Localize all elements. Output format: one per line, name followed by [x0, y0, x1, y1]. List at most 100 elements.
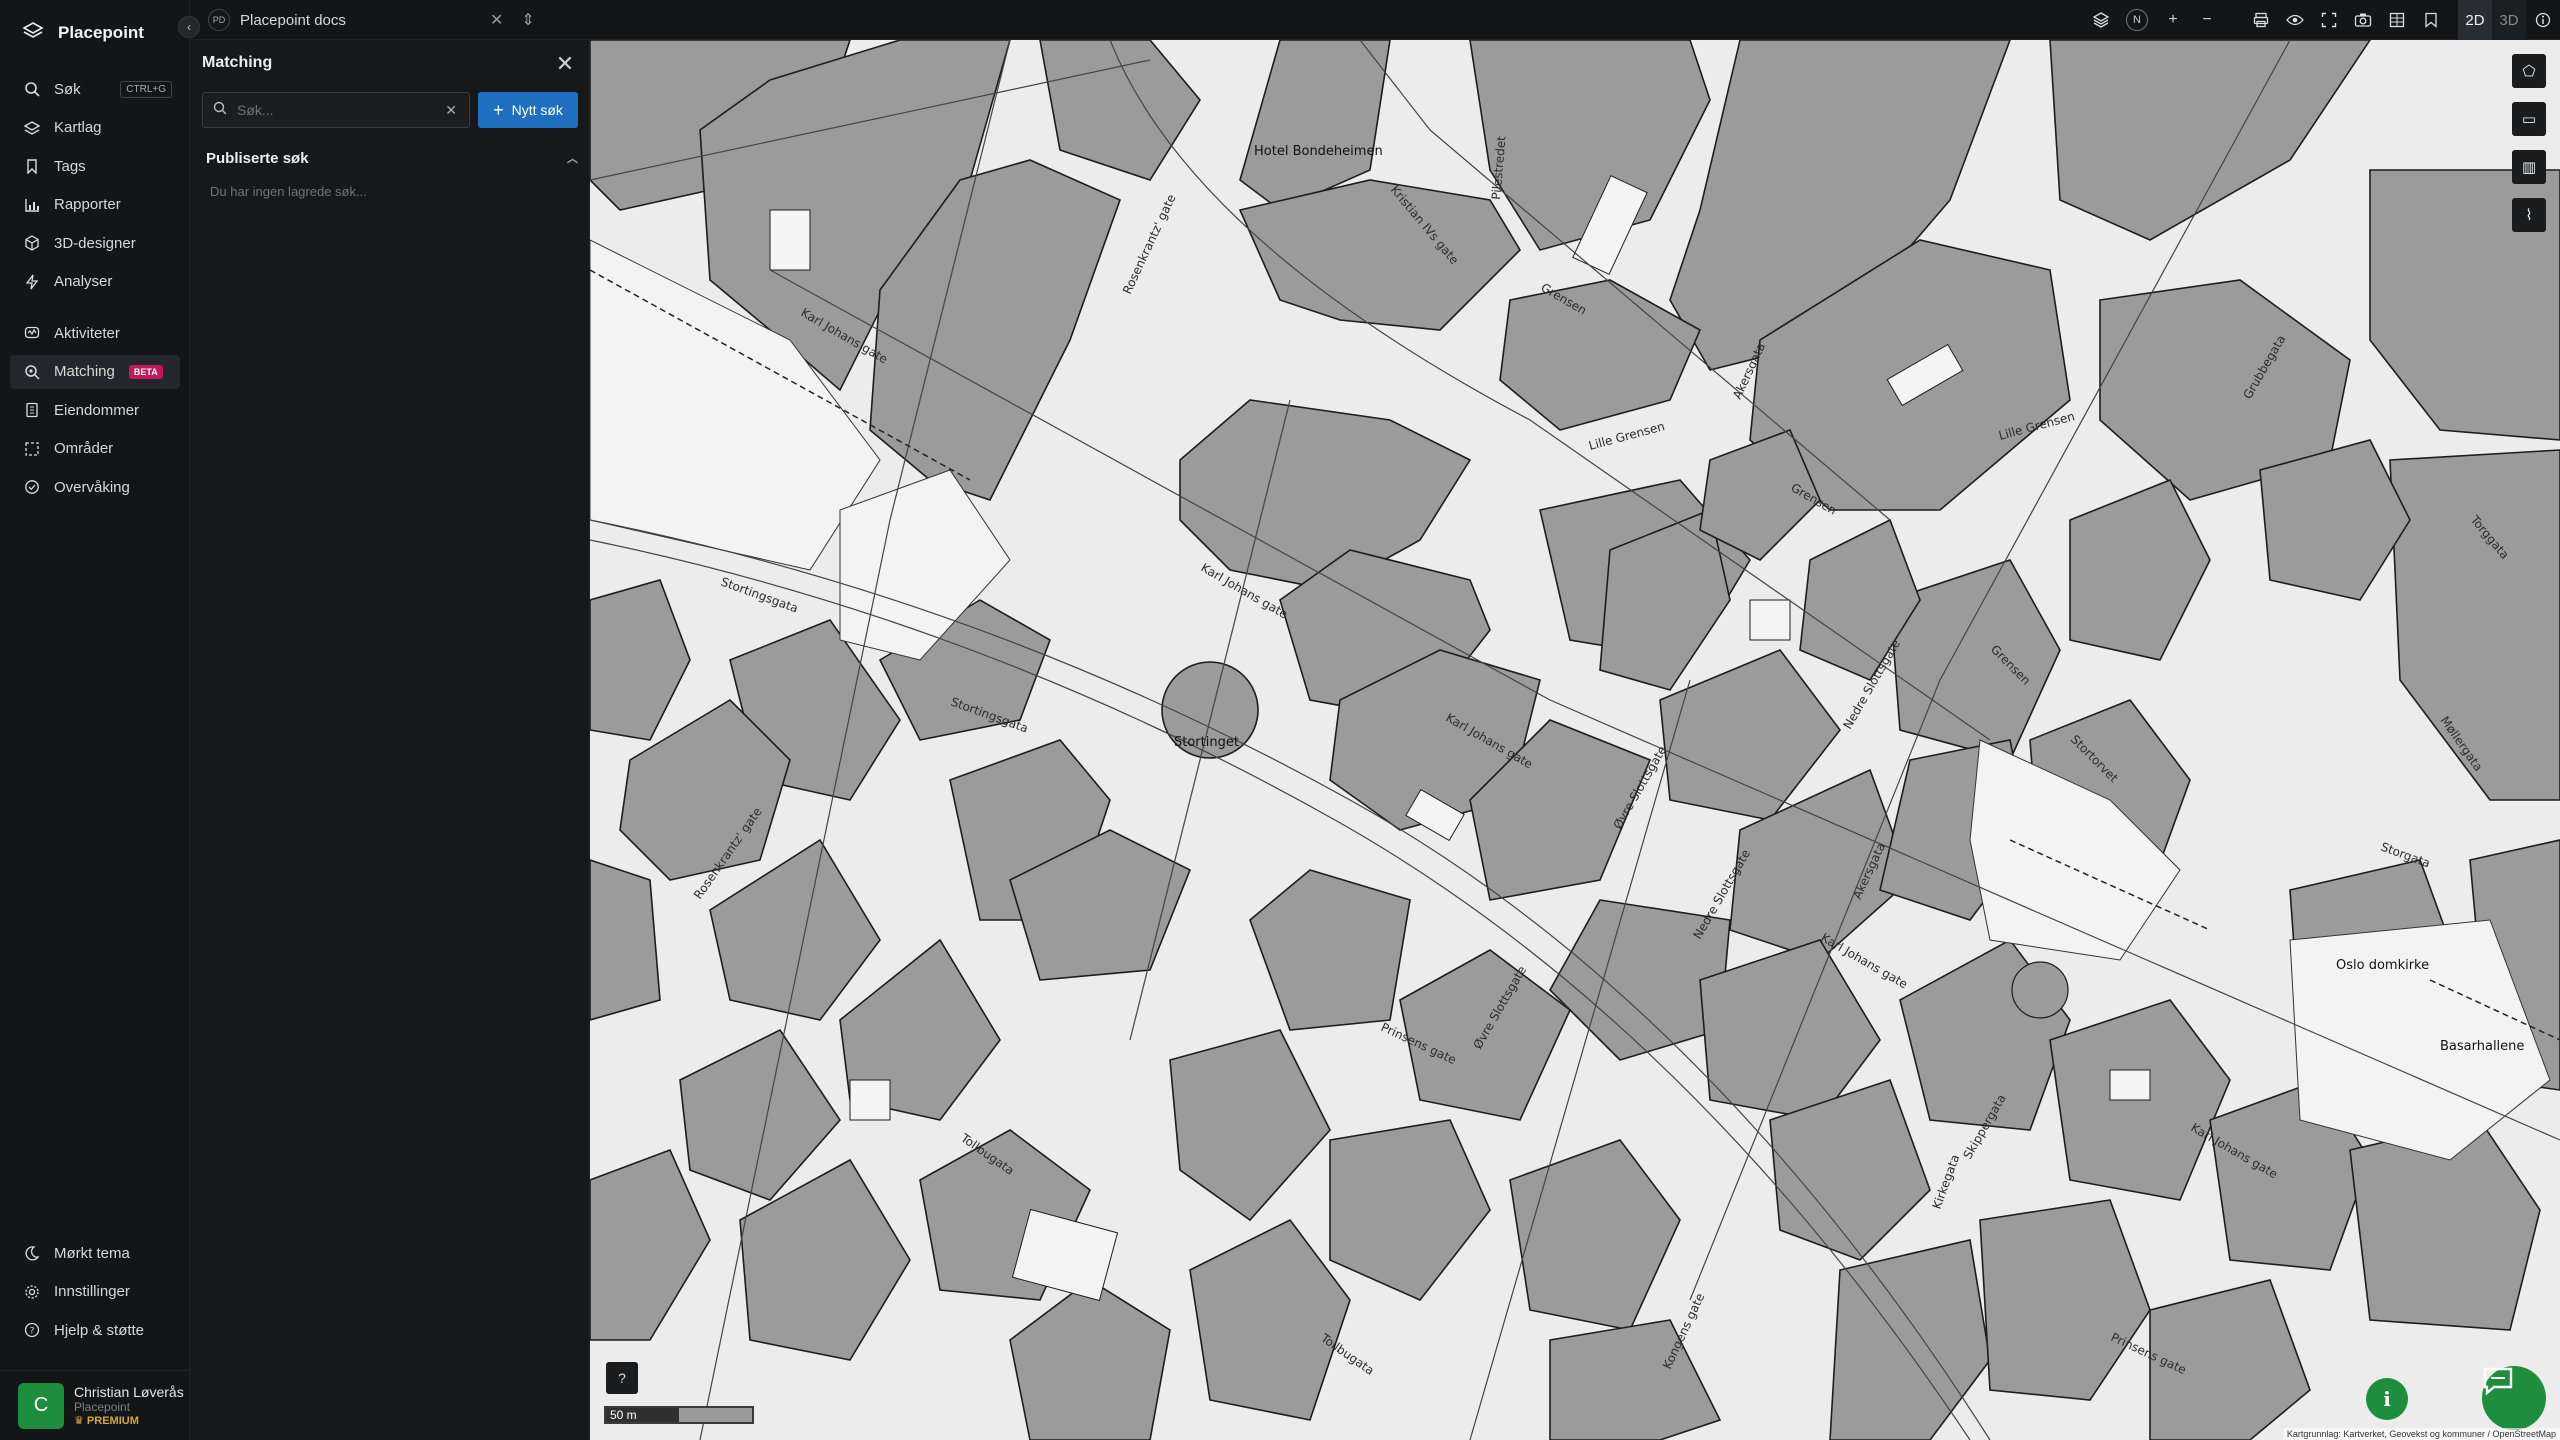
nav-item-activities[interactable]: Aktiviteter [10, 316, 180, 350]
print-icon[interactable] [2244, 0, 2278, 40]
north-compass-button[interactable]: N [2126, 9, 2148, 31]
sidebar: Placepoint Søk CTRL+G Kartlag Tags Rappo… [0, 0, 190, 1440]
cube-icon [24, 235, 40, 251]
workspace-actions: ✕ ⇕ [490, 10, 535, 30]
nav-bottom: Mørkt tema Innstillinger ? Hjelp & støtt… [10, 1236, 180, 1352]
info-icon: i [2383, 1387, 2391, 1411]
nav-item-areas[interactable]: Områder [10, 432, 180, 466]
nav-item-matching[interactable]: Matching BETA [10, 354, 180, 389]
crown-icon: ♛ [74, 1415, 87, 1427]
nav-item-monitoring[interactable]: Overvåking [10, 470, 180, 504]
user-info: Christian Løverås Placepoint ♛ PREMIUM [74, 1384, 184, 1427]
new-search-label: Nytt søk [511, 102, 563, 118]
question-icon: ? [618, 1370, 626, 1386]
search-input[interactable] [237, 102, 427, 118]
close-panel-button[interactable]: ✕ [551, 50, 579, 78]
search-icon [213, 101, 227, 120]
mode-3d-button[interactable]: 3D [2492, 0, 2526, 40]
workspace-selector[interactable]: PD Placepoint docs [208, 8, 346, 32]
matching-search-field: ✕ [202, 92, 470, 128]
nav-item-search[interactable]: Søk CTRL+G [10, 72, 180, 106]
nav-item-analyses[interactable]: Analyser [10, 265, 180, 299]
chart-icon[interactable]: ▥ [2512, 150, 2546, 184]
search-icon [24, 81, 40, 97]
map-help-button[interactable]: ? [606, 1362, 638, 1394]
nav-item-help[interactable]: ? Hjelp & støtte [10, 1313, 180, 1347]
bookmark-icon[interactable] [2414, 0, 2448, 40]
empty-state-text: Du har ingen lagrede søk... [210, 184, 367, 199]
info-icon[interactable] [2526, 0, 2560, 40]
zoom-out-icon[interactable]: − [2190, 0, 2224, 40]
published-searches-header[interactable]: Publiserte søk ︿ [206, 150, 578, 167]
help-icon: ? [24, 1322, 40, 1338]
chevron-updown-icon[interactable]: ⇕ [521, 10, 534, 30]
map-toolbar: N + − 2D 3D [2084, 0, 2560, 40]
fullscreen-icon[interactable] [2312, 0, 2346, 40]
draw-polygon-icon[interactable]: ⬠ [2512, 54, 2546, 88]
nav-item-dark-theme[interactable]: Mørkt tema [10, 1236, 180, 1270]
activity-icon [24, 325, 40, 341]
nav-item-reports[interactable]: Rapporter [10, 188, 180, 222]
workspace-name: Placepoint docs [240, 11, 346, 29]
zoom-in-icon[interactable]: + [2156, 0, 2190, 40]
collapse-sidebar-button[interactable]: ‹ [178, 16, 200, 38]
moon-icon [24, 1245, 40, 1261]
scale-bar: 50 m [604, 1406, 754, 1424]
map-attribution: Kartgrunnlag: Kartverket, Geovekst og ko… [2282, 1428, 2560, 1440]
domkirke-tower [2011, 961, 2069, 1019]
bookmark-icon [24, 158, 40, 174]
nav-item-label: Rapporter [54, 196, 121, 213]
chat-button[interactable] [2482, 1366, 2546, 1430]
nav-item-layers[interactable]: Kartlag [10, 111, 180, 145]
grid-icon[interactable] [2380, 0, 2414, 40]
mode-2d-button[interactable]: 2D [2458, 0, 2492, 40]
camera-icon[interactable] [2346, 0, 2380, 40]
nav-item-label: 3D-designer [54, 234, 136, 252]
measure-ruler-icon[interactable]: ▭ [2512, 102, 2546, 136]
nav-item-label: Hjelp & støtte [54, 1321, 145, 1339]
nav-item-properties[interactable]: Eiendommer [10, 393, 180, 427]
chevron-left-icon: ‹ [187, 20, 191, 34]
map-canvas[interactable]: Hotel Bondeheimen Stortinget Oslo domkir… [590, 40, 2560, 1440]
app-root: Placepoint Søk CTRL+G Kartlag Tags Rappo… [0, 0, 2560, 1440]
eye-icon[interactable] [2278, 0, 2312, 40]
layers-stack-icon[interactable] [2084, 0, 2118, 40]
panel-title: Matching [202, 54, 273, 71]
nav-item-3d-designer[interactable]: 3D-designer [10, 226, 180, 260]
svg-text:?: ? [30, 1327, 35, 1337]
close-icon: ✕ [555, 51, 575, 76]
workspace-badge: PD [208, 9, 230, 31]
scale-label: 50 m [610, 1408, 637, 1422]
nav-item-settings[interactable]: Innstillinger [10, 1275, 180, 1309]
close-icon[interactable]: ✕ [490, 10, 503, 30]
nav-secondary: Aktiviteter Matching BETA Eiendommer Omr… [10, 316, 180, 509]
user-name: Christian Løverås [74, 1384, 184, 1400]
lightning-icon [24, 274, 40, 290]
nav-item-label: Mørkt tema [54, 1244, 130, 1262]
area-icon [24, 441, 40, 457]
user-card[interactable]: C Christian Løverås Placepoint ♛ PREMIUM [0, 1370, 190, 1440]
map-label-domkirke: Oslo domkirke [2336, 958, 2429, 973]
top-bar: PD Placepoint docs ✕ ⇕ N + − 2D 3D [190, 0, 2560, 40]
chevron-up-icon: ︿ [567, 153, 578, 165]
info-button[interactable]: i [2366, 1378, 2408, 1420]
map-label-hotel: Hotel Bondeheimen [1254, 144, 1383, 159]
plan-label: PREMIUM [86, 1415, 139, 1427]
user-org: Placepoint [74, 1400, 131, 1414]
nav-item-label: Søk [54, 80, 81, 98]
clear-search-icon[interactable]: ✕ [445, 102, 457, 119]
toolbar-divider [2224, 0, 2244, 40]
property-icon [24, 402, 40, 418]
monitor-icon [24, 479, 40, 495]
gear-icon [24, 1284, 40, 1300]
nav-item-label: Tags [54, 157, 86, 175]
shortcut-badge: CTRL+G [120, 80, 172, 98]
nav-item-tags[interactable]: Tags [10, 149, 180, 183]
nav-item-label: Analyser [54, 273, 113, 290]
nav-item-label: Eiendommer [54, 401, 140, 419]
profile-icon[interactable]: ⌇ [2512, 198, 2546, 232]
brand[interactable]: Placepoint [22, 18, 144, 48]
map-label-basar: Basarhallene [2440, 1039, 2524, 1054]
plus-icon: + [493, 99, 504, 120]
new-search-button[interactable]: + Nytt søk [478, 92, 578, 128]
